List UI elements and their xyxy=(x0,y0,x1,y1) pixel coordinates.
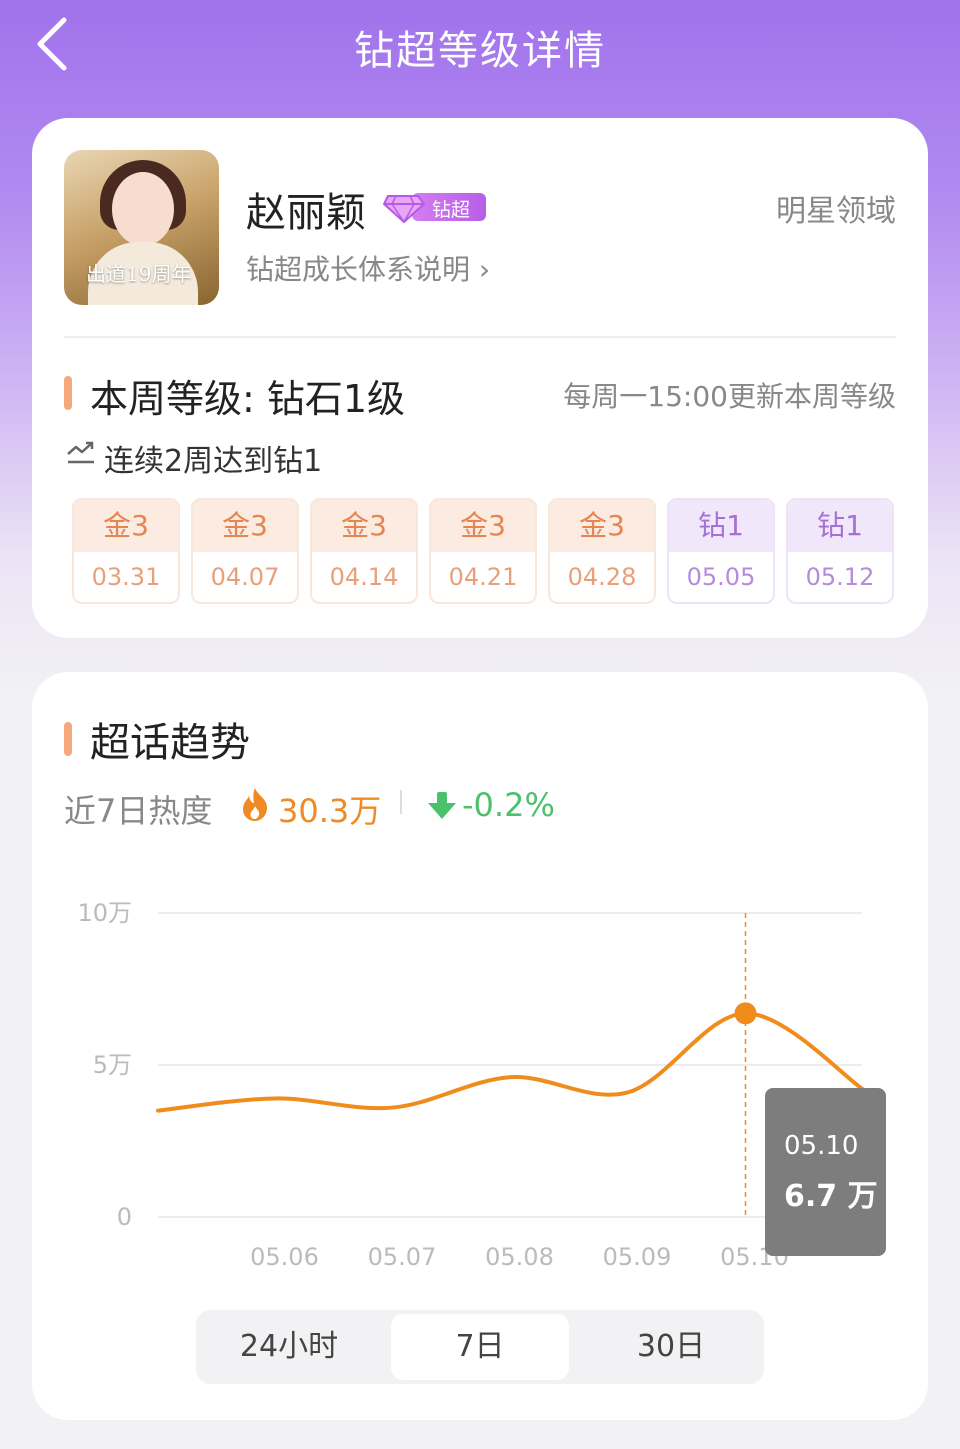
arrow-down-icon xyxy=(428,792,456,819)
diamond-icon xyxy=(382,195,426,224)
week-item: 金3 03.31 xyxy=(72,498,180,604)
tab-24h[interactable]: 24小时 xyxy=(200,1314,378,1380)
tab-30d[interactable]: 30日 xyxy=(582,1314,760,1380)
section-marker xyxy=(64,722,72,756)
week-level-title: 本周等级: 钻石1级 xyxy=(90,377,406,421)
week-date: 05.05 xyxy=(669,552,773,602)
divider xyxy=(64,336,896,338)
x-tick-label: 05.07 xyxy=(368,1243,437,1271)
level-card: 出道19周年 赵丽颖 钻超 钻超成长体系说明 › 明星领域 本周等级: 钻石1级… xyxy=(32,118,928,638)
week-level: 钻1 xyxy=(788,500,892,552)
nav-bar: 钻超等级详情 xyxy=(0,0,960,90)
section-marker xyxy=(64,376,72,410)
tab-7d[interactable]: 7日 xyxy=(391,1314,569,1380)
week-item: 金3 04.07 xyxy=(191,498,299,604)
week-date: 04.14 xyxy=(312,552,416,602)
x-tick-label: 05.06 xyxy=(250,1243,319,1271)
tooltip-box xyxy=(765,1088,886,1256)
week-level: 金3 xyxy=(312,500,416,552)
time-range-toggle: 24小时 7日 30日 xyxy=(196,1310,764,1384)
trend-title: 超话趋势 xyxy=(90,720,250,766)
avatar-caption: 出道19周年 xyxy=(86,262,192,286)
separator xyxy=(400,790,402,814)
week-level: 金3 xyxy=(550,500,654,552)
week-level: 金3 xyxy=(431,500,535,552)
week-date: 05.12 xyxy=(788,552,892,602)
star-name: 赵丽颖 xyxy=(246,190,366,236)
week-level: 钻1 xyxy=(669,500,773,552)
trend-up-icon xyxy=(67,441,94,464)
heat-value: 30.3万 xyxy=(278,792,382,830)
update-note: 每周一15:00更新本周等级 xyxy=(563,380,896,413)
highlight-point xyxy=(734,1002,757,1025)
week-item: 金3 04.28 xyxy=(548,498,656,604)
star-domain-link[interactable]: 明星领域 xyxy=(776,186,896,230)
trend-line-chart[interactable]: 05万10万05.06 05.07 05.08 05.09 05.1005.106.7 … xyxy=(32,872,928,1282)
week-item: 钻1 05.12 xyxy=(786,498,894,604)
tooltip-value: 6.7 万 xyxy=(784,1179,878,1214)
week-item: 钻1 05.05 xyxy=(667,498,775,604)
y-tick-label: 0 xyxy=(117,1203,132,1231)
growth-system-link[interactable]: 钻超成长体系说明 › xyxy=(246,248,490,288)
y-tick-label: 5万 xyxy=(93,1051,132,1079)
change-value: -0.2% xyxy=(462,786,555,824)
series-line xyxy=(156,1011,865,1113)
week-date: 04.07 xyxy=(193,552,297,602)
y-tick-label: 10万 xyxy=(77,899,132,927)
diamond-super-badge: 钻超 xyxy=(382,190,486,224)
x-tick-label: 05.08 xyxy=(485,1243,554,1271)
badge-label: 钻超 xyxy=(432,199,471,221)
avatar[interactable]: 出道19周年 xyxy=(64,150,219,305)
x-tick-label: 05.09 xyxy=(603,1243,672,1271)
tooltip-date: 05.10 xyxy=(784,1131,858,1161)
week-date: 04.21 xyxy=(431,552,535,602)
week-level: 金3 xyxy=(193,500,297,552)
page-title: 钻超等级详情 xyxy=(354,28,606,74)
week-date: 04.28 xyxy=(550,552,654,602)
week-date: 03.31 xyxy=(74,552,178,602)
heat-label: 近7日热度 xyxy=(64,792,213,830)
fire-icon xyxy=(243,788,268,821)
week-item: 金3 04.21 xyxy=(429,498,537,604)
weekly-levels: 金3 03.31 金3 04.07 金3 04.14 金3 04.21 金3 0… xyxy=(72,498,896,606)
streak-text: 连续2周达到钻1 xyxy=(104,444,323,479)
week-level: 金3 xyxy=(74,500,178,552)
week-item: 金3 04.14 xyxy=(310,498,418,604)
trend-card: 超话趋势 近7日热度 30.3万 -0.2% 0 5万 10万 05.06 05.07 0… xyxy=(32,672,928,1420)
